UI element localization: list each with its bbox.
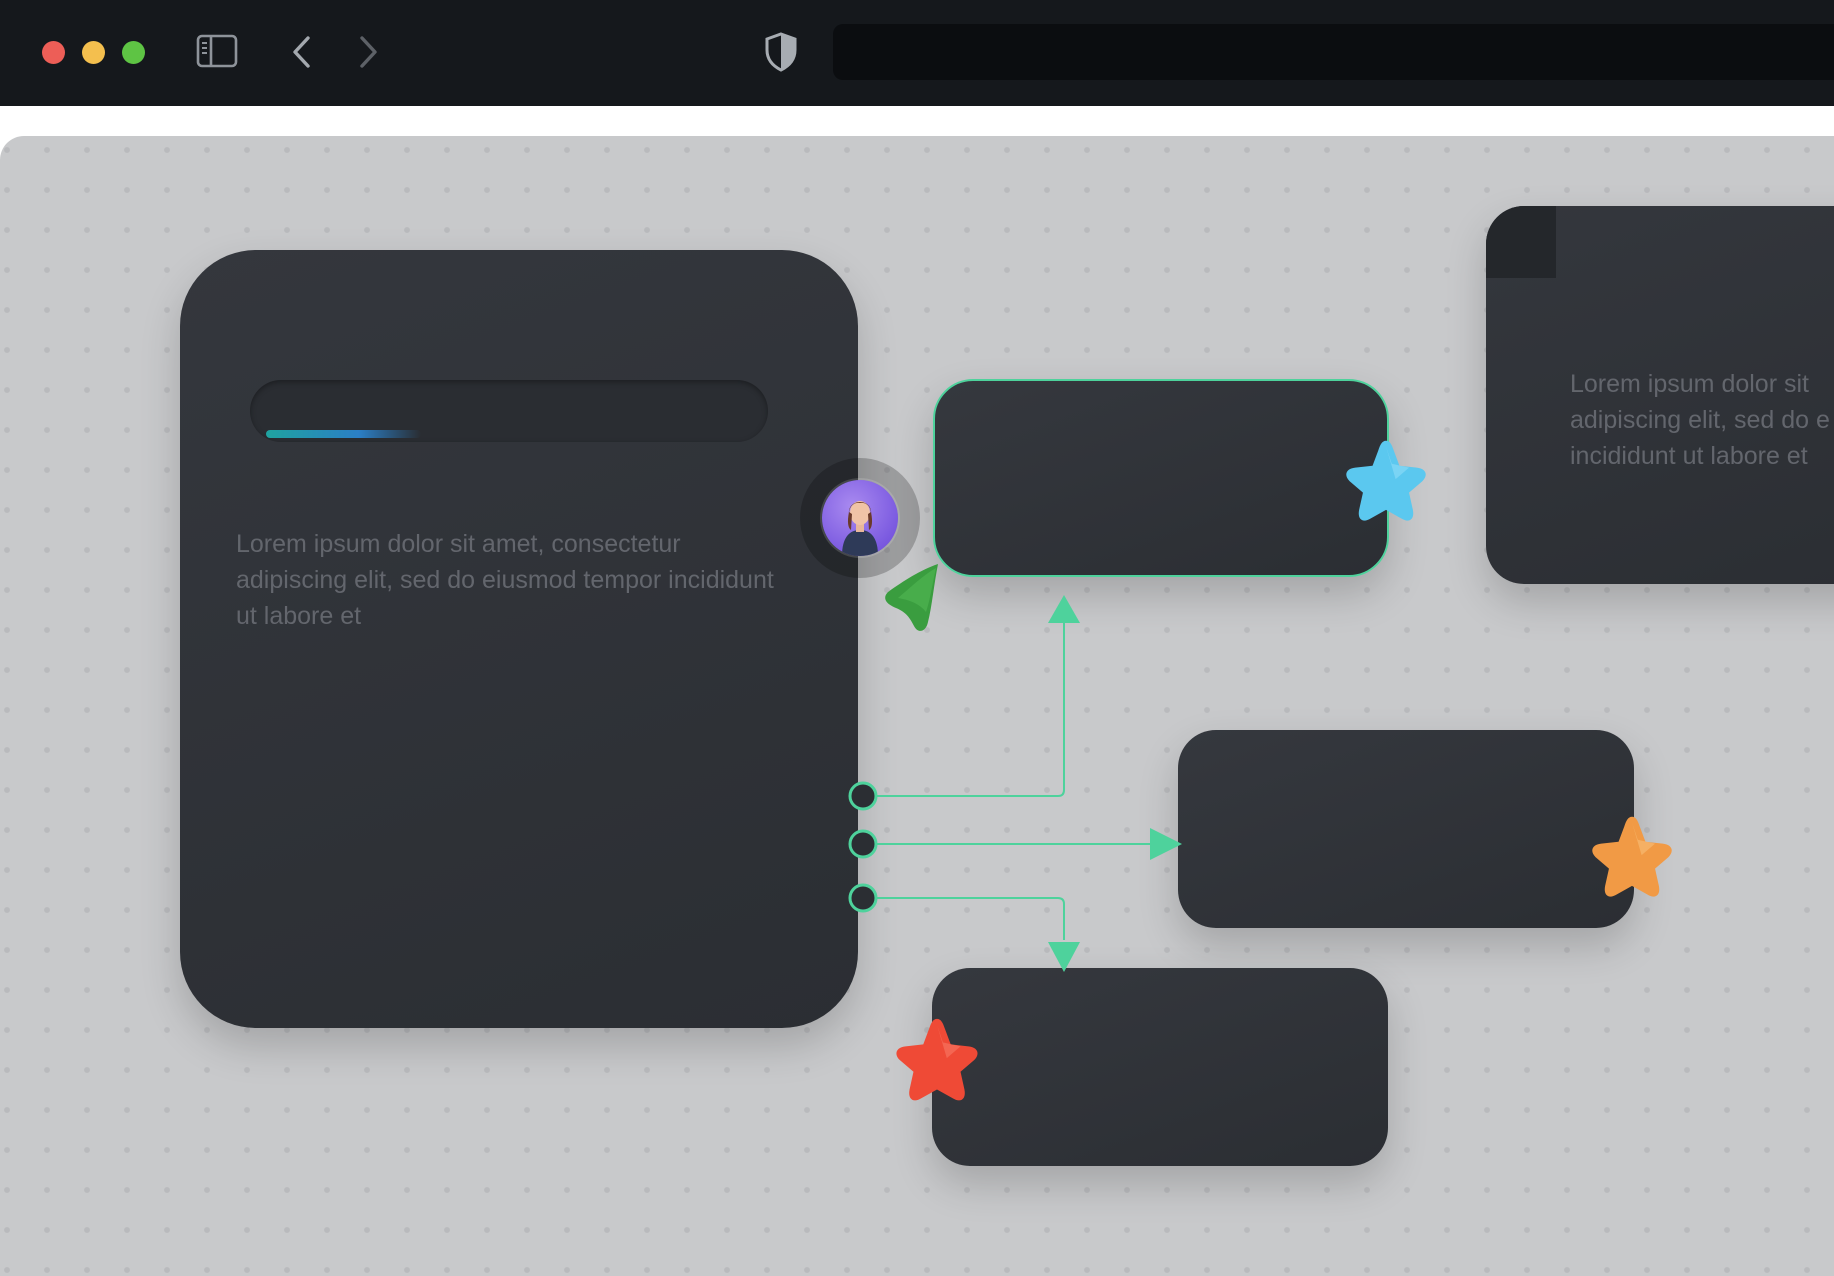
- flow-node[interactable]: [1178, 730, 1634, 928]
- progress-bar: [266, 430, 432, 438]
- side-card[interactable]: Lorem ipsum dolor sit adipiscing elit, s…: [1486, 206, 1834, 584]
- card-description: Lorem ipsum dolor sit amet, consectetur …: [236, 530, 774, 630]
- cursor-icon: [885, 564, 938, 631]
- user-avatar[interactable]: [822, 480, 898, 556]
- address-bar[interactable]: [833, 24, 1834, 80]
- close-window-button[interactable]: [42, 41, 65, 64]
- main-card[interactable]: Lorem ipsum dolor sit amet, consectetur …: [180, 250, 858, 1028]
- arrow-up-icon: [1048, 595, 1080, 623]
- workflow-canvas[interactable]: Lorem ipsum dolor sit amet, consectetur …: [0, 136, 1834, 1276]
- side-card-text: Lorem ipsum dolor sit adipiscing elit, s…: [1570, 366, 1834, 474]
- maximize-window-button[interactable]: [122, 41, 145, 64]
- flow-node-selected[interactable]: [933, 379, 1389, 577]
- blue-star-icon: [1346, 440, 1426, 521]
- connector-line-down: [876, 897, 1065, 940]
- side-card-line: Lorem ipsum dolor sit: [1570, 370, 1809, 398]
- chevron-left-icon[interactable]: [286, 32, 318, 72]
- minimize-window-button[interactable]: [82, 41, 105, 64]
- browser-toolbar: [0, 0, 1834, 106]
- flow-node[interactable]: [932, 968, 1388, 1166]
- side-card-line: incididunt ut labore et: [1570, 442, 1808, 470]
- red-star-icon: [896, 1018, 978, 1101]
- orange-star-icon: [1592, 816, 1672, 897]
- sidebar-icon[interactable]: [196, 34, 238, 68]
- person-icon: [842, 501, 878, 556]
- side-card-tab: [1486, 206, 1556, 278]
- progress-fill: [266, 430, 422, 438]
- chevron-right-icon[interactable]: [352, 32, 384, 72]
- shield-icon[interactable]: [763, 31, 799, 73]
- side-card-line: adipiscing elit, sed do e: [1570, 406, 1830, 434]
